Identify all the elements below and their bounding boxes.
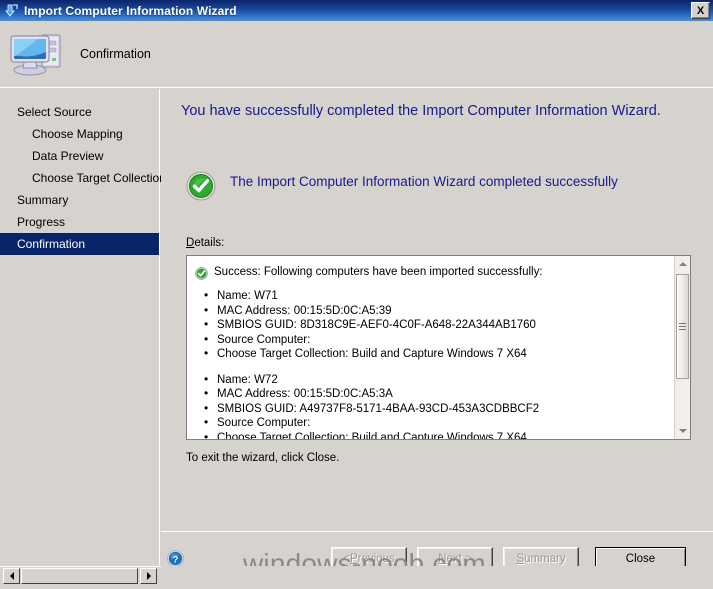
previous-accel: P: [349, 552, 358, 565]
sidebar-item-confirmation[interactable]: Confirmation: [0, 233, 159, 255]
computer-entry: Name: W71 MAC Address: 00:15:5D:0C:A5:39…: [195, 288, 669, 362]
scroll-down-button[interactable]: [675, 423, 690, 439]
details-status-row: Success: Following computers have been i…: [195, 266, 669, 280]
sidebar-item-data-preview[interactable]: Data Preview: [0, 145, 159, 167]
import-arrow-icon: [4, 3, 20, 18]
list-item: Name: W71: [195, 288, 669, 304]
chevron-right-icon: [146, 572, 151, 580]
wizard-content: You have successfully completed the Impo…: [161, 89, 713, 531]
wizard-header: Confirmation: [0, 21, 713, 88]
summary-accel: S: [516, 552, 525, 565]
svg-text:?: ?: [173, 554, 179, 565]
success-banner: The Import Computer Information Wizard c…: [186, 171, 686, 201]
computer-entry: Name: W72 MAC Address: 00:15:5D:0C:A5:3A…: [195, 372, 669, 439]
page-title: Confirmation: [80, 47, 151, 61]
scroll-left-button[interactable]: [3, 568, 20, 584]
sidebar-item-choose-mapping[interactable]: Choose Mapping: [0, 123, 159, 145]
list-item: Choose Target Collection: Build and Capt…: [195, 346, 669, 362]
list-item: Source Computer:: [195, 332, 669, 348]
scroll-up-button[interactable]: [675, 256, 690, 272]
green-check-circle-icon: [186, 171, 216, 201]
chevron-up-icon: [678, 262, 687, 266]
list-item: SMBIOS GUID: A49737F8-5171-4BAA-93CD-453…: [195, 401, 669, 417]
list-item: MAC Address: 00:15:5D:0C:A5:3A: [195, 386, 669, 402]
sidebar-item-select-source[interactable]: Select Source: [0, 101, 159, 123]
previous-rest: revious: [357, 552, 395, 565]
list-item: MAC Address: 00:15:5D:0C:A5:39: [195, 303, 669, 319]
wizard-step-list: Select Source Choose Mapping Data Previe…: [0, 89, 166, 565]
completion-heading: You have successfully completed the Impo…: [181, 103, 661, 119]
details-content: Success: Following computers have been i…: [187, 256, 675, 439]
sidebar-item-choose-target-collection[interactable]: Choose Target Collection: [0, 167, 166, 189]
horizontal-scrollbar[interactable]: [0, 566, 161, 585]
scroll-right-button[interactable]: [140, 568, 157, 584]
list-item: Choose Target Collection: Build and Capt…: [195, 430, 669, 439]
chevron-left-icon: [9, 572, 14, 580]
scrollbar-thumb-horizontal[interactable]: [21, 568, 138, 584]
wizard-window: Import Computer Information Wizard X Con…: [0, 0, 713, 589]
details-label-rest: etails:: [194, 237, 225, 249]
green-check-small-icon: [195, 267, 208, 280]
sidebar-item-summary[interactable]: Summary: [0, 189, 159, 211]
details-panel: Success: Following computers have been i…: [186, 255, 691, 440]
details-vertical-scrollbar[interactable]: [674, 256, 690, 439]
scrollbar-thumb[interactable]: [676, 274, 689, 379]
next-accel: N: [438, 552, 447, 565]
exit-instruction: To exit the wizard, click Close.: [186, 452, 340, 464]
previous-prefix: <: [343, 552, 350, 565]
success-message: The Import Computer Information Wizard c…: [230, 174, 618, 189]
next-rest: ext >: [446, 552, 472, 565]
summary-rest: ummary: [524, 552, 566, 565]
details-status-text: Success: Following computers have been i…: [214, 266, 543, 278]
footer-filler: [161, 566, 713, 589]
close-window-button[interactable]: X: [691, 2, 710, 19]
list-item: SMBIOS GUID: 8D318C9E-AEF0-4C0F-A648-22A…: [195, 317, 669, 333]
details-label: Details:: [186, 237, 224, 249]
sidebar-item-progress[interactable]: Progress: [0, 211, 159, 233]
list-item: Source Computer:: [195, 415, 669, 431]
list-item: Name: W72: [195, 372, 669, 388]
chevron-down-icon: [678, 429, 687, 433]
window-title: Import Computer Information Wizard: [24, 3, 237, 18]
title-bar: Import Computer Information Wizard X: [0, 0, 713, 21]
computer-icon: [8, 28, 68, 80]
help-question-icon[interactable]: ?: [167, 550, 184, 567]
grip-lines-icon: [679, 321, 686, 332]
